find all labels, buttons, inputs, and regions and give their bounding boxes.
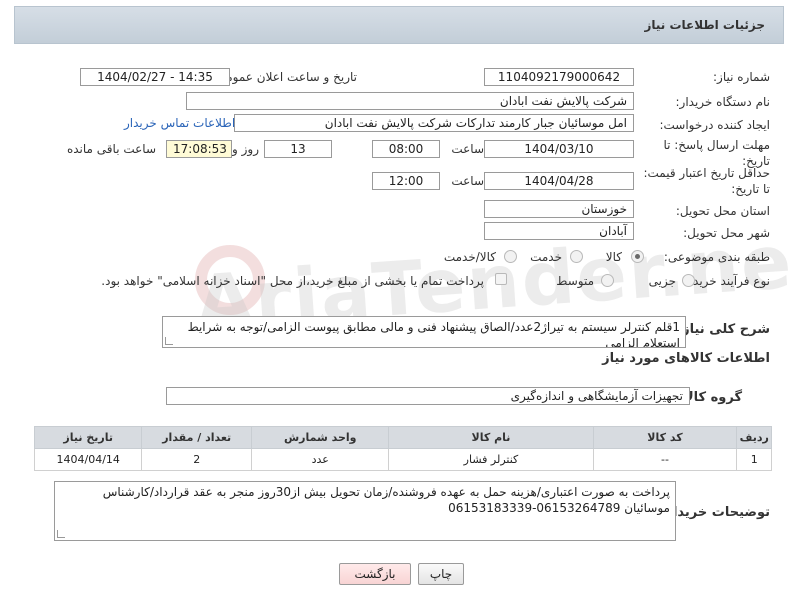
need-number-label: شماره نیاز:: [713, 70, 770, 84]
time-remaining-field: 17:08:53: [166, 140, 232, 158]
process-partial-label: جزیی: [648, 274, 676, 288]
buyer-notes-textarea[interactable]: پرداخت به صورت اعتباری/هزینه حمل به عهده…: [54, 481, 676, 541]
col-row-number: ردیف: [736, 426, 772, 449]
description-resize-grip[interactable]: [165, 337, 173, 345]
category-goods-service-label: کالا/خدمت: [443, 250, 496, 264]
col-goods-name: نام کالا: [388, 426, 594, 449]
validity-time-field: 12:00: [372, 172, 440, 190]
goods-info-title: اطلاعات کالاهای مورد نیاز: [602, 351, 770, 366]
category-label: طبقه بندی موضوعی:: [663, 250, 770, 264]
goods-group-field: تجهیزات آزمایشگاهی و اندازه‌گیری: [166, 387, 690, 405]
back-button[interactable]: بازگشت: [339, 563, 411, 585]
category-goods-service-radio[interactable]: [504, 250, 517, 263]
deadline-time-field: 08:00: [372, 140, 440, 158]
creator-field: امل موسائیان جبار کارمند تدارکات شرکت پا…: [234, 114, 634, 132]
buyer-org-field: شرکت پالایش نفت ابادان: [186, 92, 634, 110]
need-number-field: 1104092179000642: [484, 68, 634, 86]
category-goods-radio[interactable]: [631, 250, 644, 263]
treasury-payment-checkbox[interactable]: [495, 273, 507, 285]
panel-title: جزئیات اطلاعات نیاز: [644, 18, 765, 32]
buyer-notes-resize-grip[interactable]: [57, 530, 65, 538]
process-medium-label: متوسط: [556, 274, 594, 288]
city-label: شهر محل تحویل:: [683, 226, 770, 240]
city-field: آبادان: [484, 222, 634, 240]
category-service-label: خدمت: [530, 250, 562, 264]
process-partial-radio[interactable]: [682, 274, 695, 287]
cell-goods-code: --: [592, 448, 738, 471]
cell-row-number: 1: [736, 448, 772, 471]
buyer-contact-link[interactable]: اطلاعات تماس خریدار: [124, 116, 235, 130]
deadline-time-label: ساعت: [451, 142, 484, 156]
province-field: خوزستان: [484, 200, 634, 218]
validity-label: حداقل تاریخ اعتبار قیمت: تا تاریخ:: [643, 166, 770, 196]
goods-table-header: ردیف کد کالا نام کالا واحد شمارش تعداد /…: [33, 426, 772, 449]
description-textarea[interactable]: 1قلم کنترلر سیستم به تیراژ2عدد/الصاق پیش…: [162, 316, 686, 348]
buyer-org-label: نام دستگاه خریدار:: [675, 95, 771, 109]
creator-label: ایجاد کننده درخواست:: [659, 118, 770, 132]
cell-unit: عدد: [250, 448, 390, 471]
payment-note: پرداخت تمام یا بخشی از مبلغ خرید،از محل …: [101, 274, 484, 288]
col-quantity: تعداد / مقدار: [141, 426, 252, 449]
print-button[interactable]: چاپ: [418, 563, 464, 585]
time-remaining-label: ساعت باقی مانده: [66, 142, 156, 156]
col-unit: واحد شمارش: [250, 426, 390, 449]
category-service-radio[interactable]: [570, 250, 583, 263]
buyer-notes-label: توضیحات خریدار:: [660, 505, 770, 520]
category-goods-label: کالا: [605, 250, 622, 264]
days-label: روز و: [232, 142, 259, 156]
process-label: نوع فرآیند خرید :: [685, 274, 770, 288]
description-label: شرح کلی نیاز:: [676, 322, 770, 337]
validity-date-field: 1404/04/28: [484, 172, 634, 190]
goods-table: ردیف کد کالا نام کالا واحد شمارش تعداد /…: [33, 426, 772, 471]
cell-need-date: 1404/04/14: [33, 448, 143, 471]
process-medium-radio[interactable]: [601, 274, 614, 287]
col-goods-code: کد کالا: [592, 426, 738, 449]
cell-quantity: 2: [141, 448, 252, 471]
col-need-date: تاریخ نیاز: [33, 426, 143, 449]
table-row: 1 -- کنترلر فشار عدد 2 1404/04/14: [33, 448, 772, 471]
announce-label: تاریخ و ساعت اعلان عمومی:: [212, 70, 357, 84]
validity-time-label: ساعت: [451, 174, 484, 188]
panel-header: جزئیات اطلاعات نیاز: [14, 6, 784, 44]
province-label: استان محل تحویل:: [675, 204, 770, 218]
announce-datetime-field: 1404/02/27 - 14:35: [80, 68, 230, 86]
cell-goods-name: کنترلر فشار: [388, 448, 594, 471]
days-remaining-field: 13: [264, 140, 332, 158]
deadline-date-field: 1404/03/10: [484, 140, 634, 158]
